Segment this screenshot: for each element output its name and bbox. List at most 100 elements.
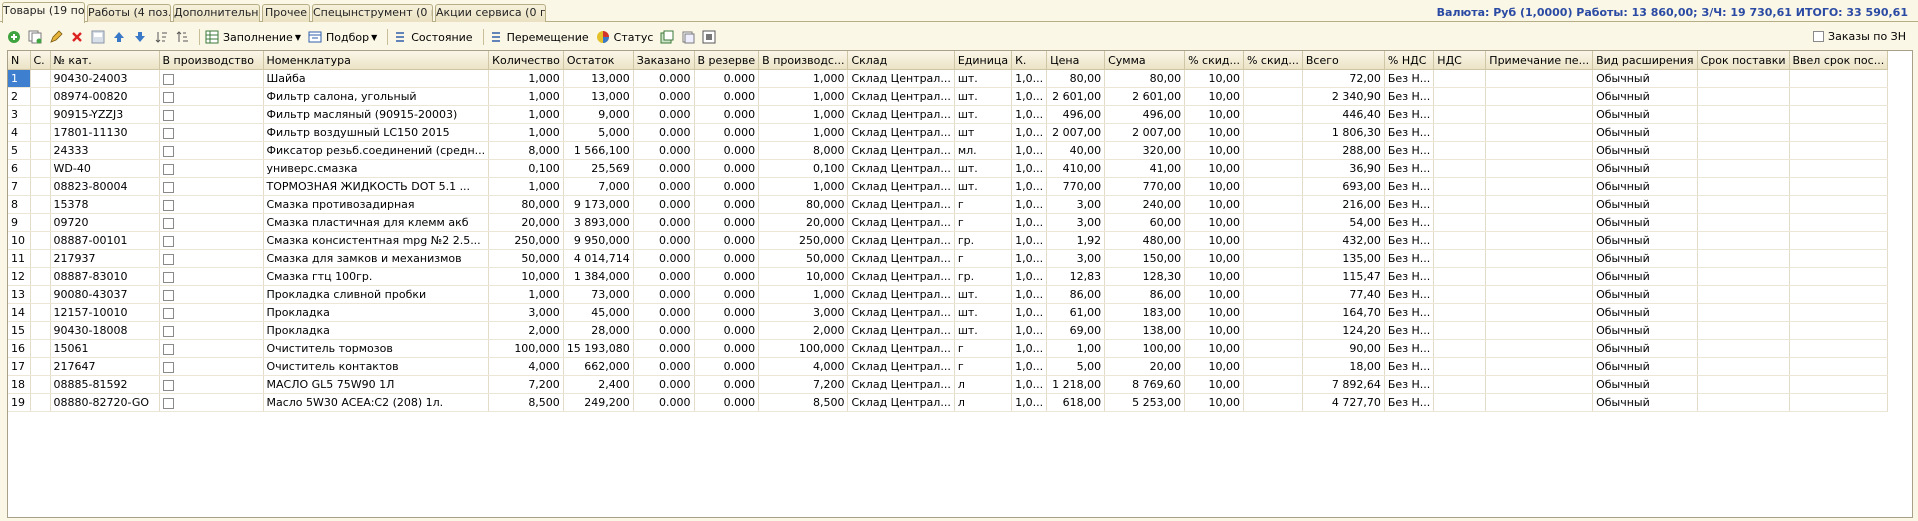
extension-type-cell[interactable]: Обычный [1592, 123, 1698, 142]
warehouse-cell[interactable]: Склад Централ... [847, 357, 955, 376]
reserved-cell[interactable]: 0.000 [694, 195, 760, 214]
column-header[interactable]: С. [30, 51, 51, 70]
row-number[interactable]: 18 [8, 375, 31, 394]
catalog-number-cell[interactable]: 15378 [50, 195, 160, 214]
to-production-cell[interactable] [159, 393, 264, 412]
vat-cell[interactable] [1433, 231, 1487, 250]
price-cell[interactable]: 12,83 [1046, 267, 1106, 286]
to-production-checkbox[interactable] [162, 379, 174, 391]
quantity-cell[interactable]: 4,000 [488, 357, 564, 376]
to-production-checkbox[interactable] [162, 73, 174, 85]
extension-type-cell[interactable]: Обычный [1592, 267, 1698, 286]
note-cell[interactable] [1485, 321, 1594, 340]
vat-rate-cell[interactable]: Без Н... [1384, 177, 1435, 196]
warehouse-cell[interactable]: Склад Централ... [847, 123, 955, 142]
discount-2-cell[interactable] [1243, 213, 1303, 232]
table-row[interactable]: 17 217647 Очиститель контактов 4,000 662,000… [8, 357, 1889, 376]
warehouse-cell[interactable]: Склад Централ... [847, 249, 955, 268]
extension-type-cell[interactable]: Обычный [1592, 69, 1698, 88]
sum-cell[interactable]: 5 253,00 [1104, 393, 1186, 412]
to-production-cell[interactable] [159, 141, 264, 160]
catalog-number-cell[interactable]: 08880-82720-GO [50, 393, 160, 412]
column-header[interactable]: К. [1011, 51, 1048, 70]
table-row[interactable]: 12 08887-83010 Смазка гтц 100гр. 10,000 1 38… [8, 267, 1889, 286]
status-cell[interactable] [30, 285, 51, 304]
nomenclature-cell[interactable]: Масло 5W30 ACEA:C2 (208) 1л. [263, 393, 490, 412]
note-cell[interactable] [1485, 249, 1594, 268]
table-row[interactable]: 3 90915-YZZJ3 Фильтр масляный (90915-20003… [8, 105, 1889, 124]
unit-cell[interactable]: г [954, 249, 1013, 268]
delivery-term-cell[interactable] [1697, 69, 1790, 88]
discount-2-cell[interactable] [1243, 285, 1303, 304]
catalog-number-cell[interactable]: 217937 [50, 249, 160, 268]
nomenclature-cell[interactable]: Фиксатор резьб.соединений (средн... [263, 141, 490, 160]
coefficient-cell[interactable]: 1,0... [1011, 87, 1048, 106]
documents-icon[interactable] [680, 29, 696, 45]
nomenclature-cell[interactable]: Очиститель контактов [263, 357, 490, 376]
nomenclature-cell[interactable]: МАСЛО GL5 75W90 1Л [263, 375, 490, 394]
sum-cell[interactable]: 183,00 [1104, 303, 1186, 322]
table-row[interactable]: 16 15061 Очиститель тормозов 100,000 15 193,… [8, 339, 1889, 358]
column-header[interactable]: % НДС [1384, 51, 1435, 70]
in-production-cell[interactable]: 1,000 [758, 177, 849, 196]
sum-cell[interactable]: 80,00 [1104, 69, 1186, 88]
checkbox-box[interactable] [1813, 31, 1825, 42]
sort-desc-icon[interactable] [174, 29, 190, 45]
vat-cell[interactable] [1433, 267, 1487, 286]
reserved-cell[interactable]: 0.000 [694, 321, 760, 340]
ordered-cell[interactable]: 0.000 [633, 267, 695, 286]
note-cell[interactable] [1485, 213, 1594, 232]
to-production-checkbox[interactable] [162, 109, 174, 121]
delivery-term-cell[interactable] [1697, 375, 1790, 394]
sum-cell[interactable]: 20,00 [1104, 357, 1186, 376]
ordered-cell[interactable]: 0.000 [633, 159, 695, 178]
to-production-cell[interactable] [159, 87, 264, 106]
price-cell[interactable]: 3,00 [1046, 213, 1106, 232]
status-cell[interactable] [30, 357, 51, 376]
table-row[interactable]: 18 08885-81592 МАСЛО GL5 75W90 1Л 7,200 2,40… [8, 375, 1889, 394]
reserved-cell[interactable]: 0.000 [694, 141, 760, 160]
nomenclature-cell[interactable]: Смазка противозадирная [263, 195, 490, 214]
reserved-cell[interactable]: 0.000 [694, 123, 760, 142]
extension-type-cell[interactable]: Обычный [1592, 285, 1698, 304]
nomenclature-cell[interactable]: ТОРМОЗНАЯ ЖИДКОСТЬ DOT 5.1 ... [263, 177, 490, 196]
coefficient-cell[interactable]: 1,0... [1011, 285, 1048, 304]
catalog-number-cell[interactable]: WD-40 [50, 159, 160, 178]
total-cell[interactable]: 2 340,90 [1302, 87, 1385, 106]
to-production-checkbox[interactable] [162, 199, 174, 211]
to-production-checkbox[interactable] [162, 127, 174, 139]
unit-cell[interactable]: г [954, 213, 1013, 232]
column-header[interactable]: Примечание пе... [1485, 51, 1594, 70]
delivery-term-entered-cell[interactable] [1789, 285, 1889, 304]
total-cell[interactable]: 115,47 [1302, 267, 1385, 286]
note-cell[interactable] [1485, 267, 1594, 286]
warehouse-cell[interactable]: Склад Централ... [847, 177, 955, 196]
catalog-number-cell[interactable]: 217647 [50, 357, 160, 376]
table-row[interactable]: 4 17801-11130 Фильтр воздушный LC150 2015 1… [8, 123, 1889, 142]
nomenclature-cell[interactable]: Смазка для замков и механизмов [263, 249, 490, 268]
to-production-checkbox[interactable] [162, 145, 174, 157]
in-production-cell[interactable]: 4,000 [758, 357, 849, 376]
note-cell[interactable] [1485, 159, 1594, 178]
delivery-term-cell[interactable] [1697, 213, 1790, 232]
discount-cell[interactable]: 10,00 [1184, 159, 1244, 178]
discount-cell[interactable]: 10,00 [1184, 213, 1244, 232]
vat-rate-cell[interactable]: Без Н... [1384, 393, 1435, 412]
delivery-term-cell[interactable] [1697, 267, 1790, 286]
to-production-checkbox[interactable] [162, 289, 174, 301]
quantity-cell[interactable]: 3,000 [488, 303, 564, 322]
coefficient-cell[interactable]: 1,0... [1011, 159, 1048, 178]
delivery-term-cell[interactable] [1697, 177, 1790, 196]
delivery-term-entered-cell[interactable] [1789, 339, 1889, 358]
warehouse-cell[interactable]: Склад Централ... [847, 231, 955, 250]
table-row[interactable]: 2 08974-00820 Фильтр салона, угольный 1,000… [8, 87, 1889, 106]
coefficient-cell[interactable]: 1,0... [1011, 375, 1048, 394]
column-header[interactable]: Ввел срок пос... [1789, 51, 1889, 70]
quantity-cell[interactable]: 250,000 [488, 231, 564, 250]
extension-type-cell[interactable]: Обычный [1592, 87, 1698, 106]
quantity-cell[interactable]: 20,000 [488, 213, 564, 232]
copy-icon[interactable] [27, 29, 43, 45]
sum-cell[interactable]: 2 601,00 [1104, 87, 1186, 106]
price-cell[interactable]: 3,00 [1046, 195, 1106, 214]
to-production-cell[interactable] [159, 213, 264, 232]
